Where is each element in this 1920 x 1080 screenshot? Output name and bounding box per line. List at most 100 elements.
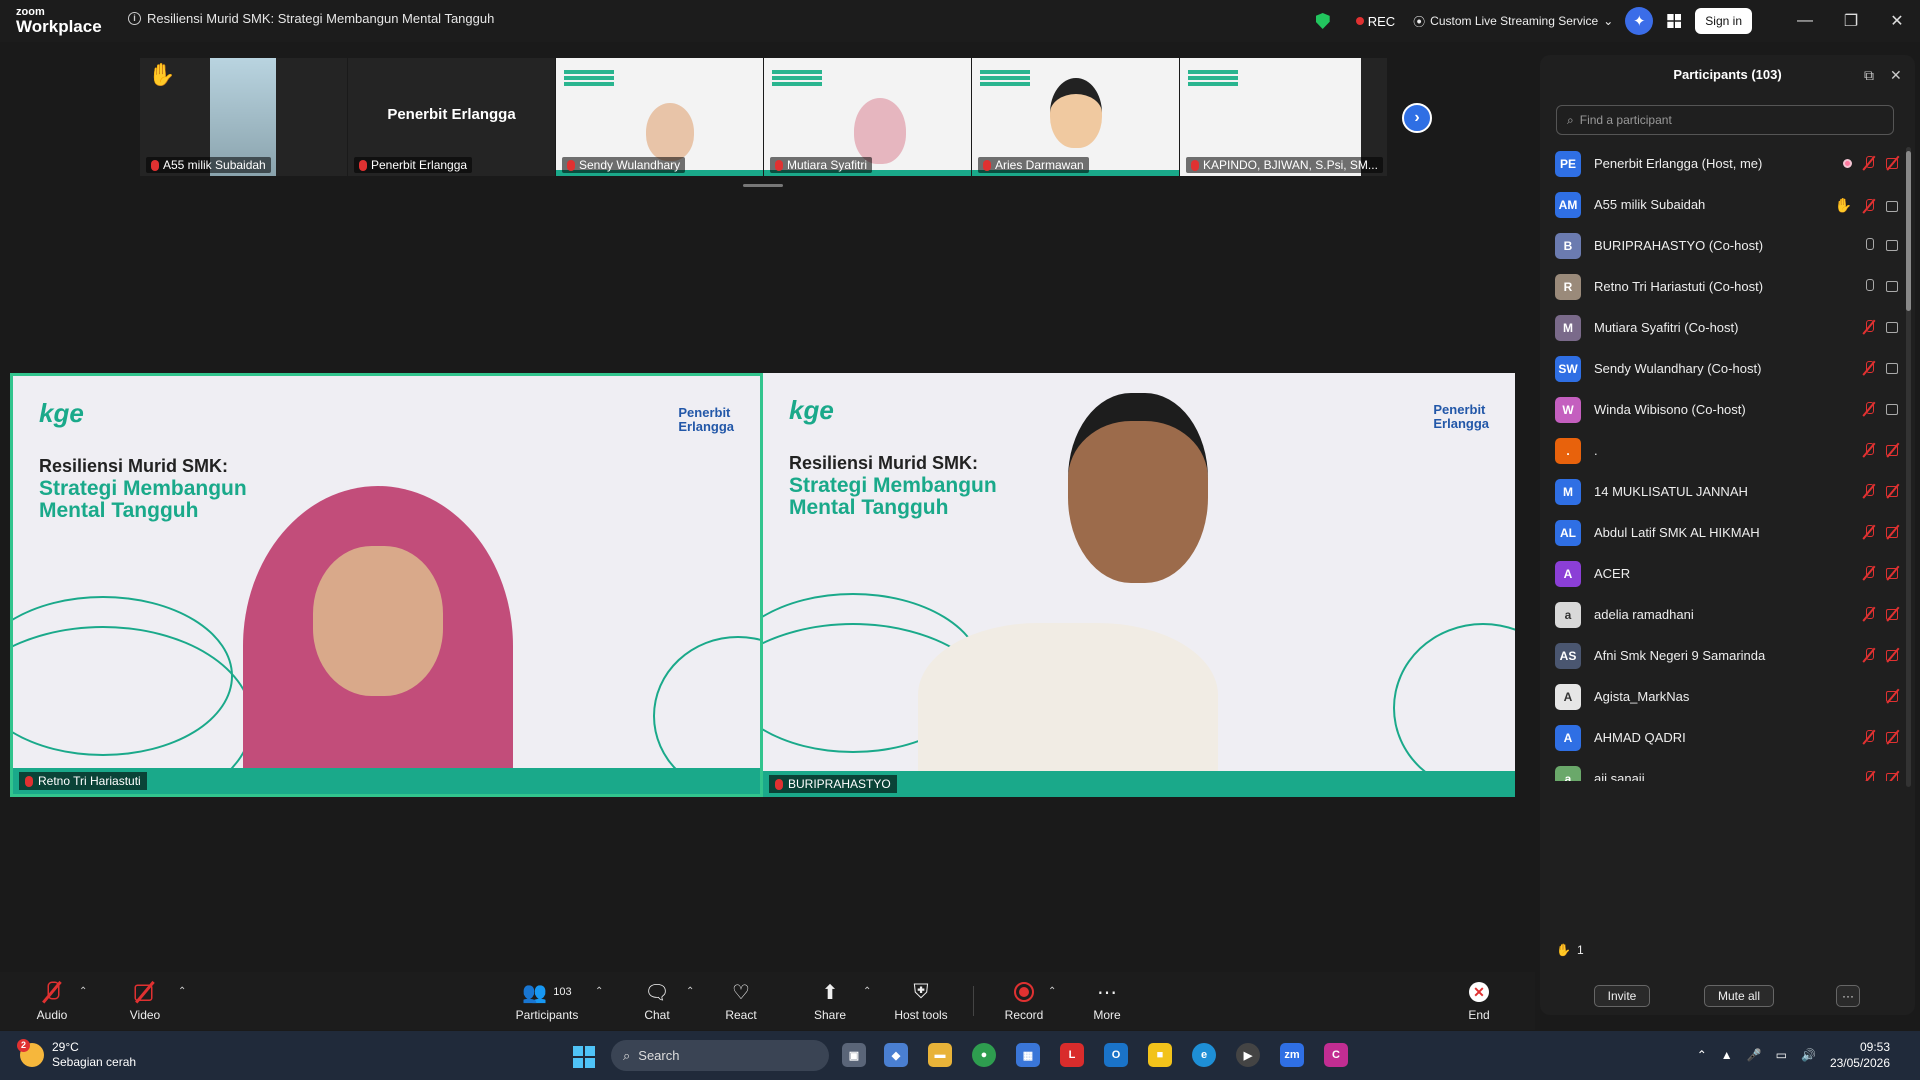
search-icon: ⌕ <box>1567 112 1574 127</box>
strip-resize-handle[interactable] <box>743 184 783 187</box>
end-meeting-button[interactable]: ✕ End <box>1464 980 1494 1022</box>
raised-hands-count: ✋ 1 <box>1556 943 1584 957</box>
close-window-button[interactable]: ✕ <box>1874 11 1920 31</box>
participant-row[interactable]: W Winda Wibisono (Co-host) <box>1540 389 1900 430</box>
audio-options-caret[interactable]: ⌃ <box>79 986 87 997</box>
meeting-info[interactable]: i Resiliensi Murid SMK: Strategi Membang… <box>128 11 494 26</box>
mic-muted-icon <box>1862 525 1876 539</box>
scrollbar[interactable] <box>1906 147 1911 787</box>
participant-list: PE Penerbit Erlangga (Host, me) AM A55 mili… <box>1540 143 1900 781</box>
chat-button[interactable]: 🗨 Chat <box>640 980 674 1023</box>
canva-icon[interactable]: C <box>1324 1043 1348 1067</box>
apps-grid-icon[interactable] <box>1667 14 1682 28</box>
participant-face <box>646 103 694 161</box>
participant-row[interactable]: AM A55 milik Subaidah ✋ <box>1540 184 1900 225</box>
media-player-icon[interactable]: ▶ <box>1236 1043 1260 1067</box>
recording-indicator[interactable]: REC <box>1355 14 1395 29</box>
app-l-icon[interactable]: L <box>1060 1043 1084 1067</box>
mute-all-button[interactable]: Mute all <box>1704 985 1774 1007</box>
record-button[interactable]: Record <box>1004 980 1044 1022</box>
record-options-caret[interactable]: ⌃ <box>1048 986 1056 997</box>
task-view-icon[interactable]: ▣ <box>842 1043 866 1067</box>
participant-row[interactable]: R Retno Tri Hariastuti (Co-host) <box>1540 266 1900 307</box>
chrome-icon[interactable]: ● <box>972 1043 996 1067</box>
start-button[interactable] <box>573 1046 595 1068</box>
thumbnail-tile[interactable]: Aries Darmawan <box>972 58 1179 176</box>
chevron-up-icon[interactable]: ⌃ <box>1697 1048 1707 1062</box>
react-button[interactable]: ♡ React <box>723 980 759 1023</box>
thumbnail-tile[interactable]: KAPINDO, BJIWAN, S.Psi, SM... <box>1180 58 1387 176</box>
taskbar-search[interactable]: ⌕ Search <box>611 1040 829 1071</box>
participant-name-tag: Aries Darmawan <box>978 157 1089 173</box>
more-options-button[interactable]: ··· <box>1836 985 1860 1007</box>
participant-row[interactable]: M Mutiara Syafitri (Co-host) <box>1540 307 1900 348</box>
participants-button[interactable]: 👥 103 Participants <box>511 980 583 1023</box>
zoom-app-icon[interactable]: zm <box>1280 1043 1304 1067</box>
info-icon[interactable]: i <box>128 12 141 25</box>
windows-taskbar: 2 29°C Sebagian cerah ⌕ Search ▣ ◆ ▬ ● ▦… <box>0 1031 1920 1080</box>
invite-button[interactable]: Invite <box>1594 985 1650 1007</box>
participant-name: Retno Tri Hariastuti <box>38 774 141 788</box>
participant-name-tag: BURIPRAHASTYO <box>769 775 897 793</box>
weather-widget[interactable]: 2 29°C Sebagian cerah <box>17 1039 136 1070</box>
edge-icon[interactable]: e <box>1192 1043 1216 1067</box>
participant-row[interactable]: B BURIPRAHASTYO (Co-host) <box>1540 225 1900 266</box>
clock[interactable]: 09:53 23/05/2026 <box>1830 1039 1890 1071</box>
thumbnail-tile[interactable]: Sendy Wulandhary <box>556 58 763 176</box>
network-icon[interactable]: ▲ <box>1721 1048 1733 1062</box>
participant-row[interactable]: a aji sanaji <box>1540 758 1900 781</box>
participants-icon: 👥 <box>522 981 548 1004</box>
chat-options-caret[interactable]: ⌃ <box>686 986 694 997</box>
thumbnail-tile[interactable]: Penerbit Erlangga Penerbit Erlangga <box>348 58 555 176</box>
ai-companion-button[interactable]: ✦ <box>1625 7 1654 35</box>
video-button[interactable]: Video <box>127 980 163 1022</box>
security-shield-icon[interactable] <box>1315 13 1330 29</box>
sign-in-button[interactable]: Sign in <box>1695 8 1752 34</box>
participant-row[interactable]: M 14 MUKLISATUL JANNAH <box>1540 471 1900 512</box>
notification-badge: 2 <box>17 1039 30 1052</box>
video-options-caret[interactable]: ⌃ <box>178 986 186 997</box>
copilot-icon[interactable]: ◆ <box>884 1043 908 1067</box>
close-icon[interactable]: ✕ <box>1890 67 1902 84</box>
host-tools-button[interactable]: ⛨ Host tools <box>891 980 951 1023</box>
maximize-button[interactable]: ❐ <box>1828 11 1874 31</box>
share-button[interactable]: ⬆ Share <box>812 980 848 1023</box>
avatar-face <box>1050 78 1102 148</box>
thumbnail-tile[interactable]: ✋ A55 milik Subaidah <box>140 58 347 176</box>
sticky-notes-icon[interactable]: ■ <box>1148 1043 1172 1067</box>
file-explorer-icon[interactable]: ▬ <box>928 1043 952 1067</box>
participant-row[interactable]: PE Penerbit Erlangga (Host, me) <box>1540 143 1900 184</box>
participant-name: BURIPRAHASTYO <box>788 777 891 791</box>
video-label: Video <box>129 1008 161 1022</box>
participant-row[interactable]: AL Abdul Latif SMK AL HIKMAH <box>1540 512 1900 553</box>
participant-row[interactable]: A AHMAD QADRI <box>1540 717 1900 758</box>
scrollbar-thumb[interactable] <box>1906 151 1911 311</box>
minimize-button[interactable]: — <box>1782 12 1828 30</box>
store-icon[interactable]: ▦ <box>1016 1043 1040 1067</box>
system-tray: ⌃ ▲ 🎤 ▭ 🔊 09:53 23/05/2026 <box>1697 1039 1890 1071</box>
participant-row[interactable]: a adelia ramadhani <box>1540 594 1900 635</box>
microphone-icon[interactable]: 🎤 <box>1747 1048 1762 1062</box>
more-button[interactable]: ⋯ More <box>1091 980 1123 1023</box>
popout-icon[interactable]: ⧉ <box>1864 67 1874 84</box>
speaker-tile[interactable]: kge Penerbit Erlangga Resiliensi Murid S… <box>763 373 1515 797</box>
participant-search[interactable]: ⌕ <box>1556 105 1894 135</box>
participants-options-caret[interactable]: ⌃ <box>595 986 603 997</box>
share-options-caret[interactable]: ⌃ <box>863 986 871 997</box>
participant-row[interactable]: A ACER <box>1540 553 1900 594</box>
thumbnail-tile[interactable]: Mutiara Syafitri <box>764 58 971 176</box>
live-streaming-indicator[interactable]: ⦿ Custom Live Streaming Service ⌄ <box>1413 13 1613 30</box>
mic-off-icon <box>42 981 63 1003</box>
chevron-down-icon: ⌄ <box>1603 14 1614 28</box>
outlook-icon[interactable]: O <box>1104 1043 1128 1067</box>
participant-row[interactable]: .. <box>1540 430 1900 471</box>
audio-button[interactable]: Audio <box>34 980 70 1022</box>
volume-icon[interactable]: 🔊 <box>1801 1048 1816 1062</box>
participant-row[interactable]: SW Sendy Wulandhary (Co-host) <box>1540 348 1900 389</box>
speaker-tile[interactable]: kge Penerbit Erlangga Resiliensi Murid S… <box>10 373 763 797</box>
participant-row[interactable]: AS Afni Smk Negeri 9 Samarinda <box>1540 635 1900 676</box>
display-icon[interactable]: ▭ <box>1776 1048 1787 1062</box>
next-page-arrow-button[interactable]: › <box>1402 103 1432 133</box>
search-input[interactable] <box>1579 113 1870 127</box>
participant-row[interactable]: A Agista_MarkNas <box>1540 676 1900 717</box>
